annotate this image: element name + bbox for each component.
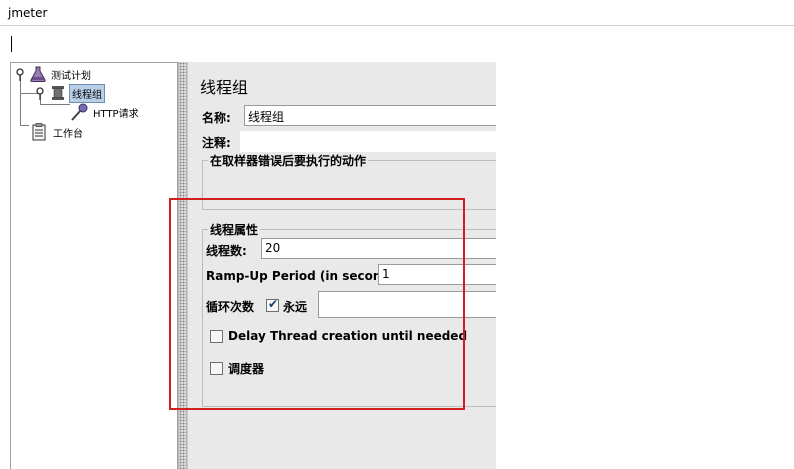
empty-area bbox=[496, 62, 794, 469]
window-title: jmeter bbox=[8, 6, 48, 20]
tree-item-label: HTTP请求 bbox=[93, 108, 139, 120]
comment-label: 注释: bbox=[202, 136, 231, 150]
spool-icon bbox=[52, 86, 64, 100]
tree-item-label: 工作台 bbox=[53, 128, 83, 140]
test-plan-tree[interactable]: 测试计划 线程组 HTTP请求 工作台 bbox=[10, 62, 178, 469]
highlight-annotation-box bbox=[169, 198, 465, 410]
tree-line bbox=[40, 104, 70, 105]
text-caret bbox=[11, 36, 12, 52]
pin-icon bbox=[36, 87, 44, 100]
tree-item-label: 测试计划 bbox=[51, 70, 91, 82]
pin-icon bbox=[16, 68, 24, 81]
comment-input[interactable] bbox=[240, 131, 497, 152]
title-bar: jmeter bbox=[0, 0, 794, 26]
pipette-icon bbox=[71, 103, 88, 121]
name-input[interactable]: 线程组 bbox=[244, 105, 497, 126]
tree-item-workbench[interactable]: 工作台 bbox=[31, 123, 85, 141]
tree-item-http-request[interactable]: HTTP请求 bbox=[69, 103, 141, 121]
clipboard-icon bbox=[32, 123, 46, 141]
tree-item-label: 线程组 bbox=[69, 83, 105, 103]
name-label: 名称: bbox=[202, 111, 231, 125]
tree-item-test-plan[interactable]: 测试计划 bbox=[15, 65, 93, 83]
tree-item-thread-group[interactable]: 线程组 bbox=[35, 83, 105, 103]
error-action-legend: 在取样器错误后要执行的动作 bbox=[208, 152, 369, 169]
tree-line bbox=[20, 125, 29, 126]
panel-title: 线程组 bbox=[200, 78, 249, 97]
flask-icon bbox=[30, 66, 46, 82]
